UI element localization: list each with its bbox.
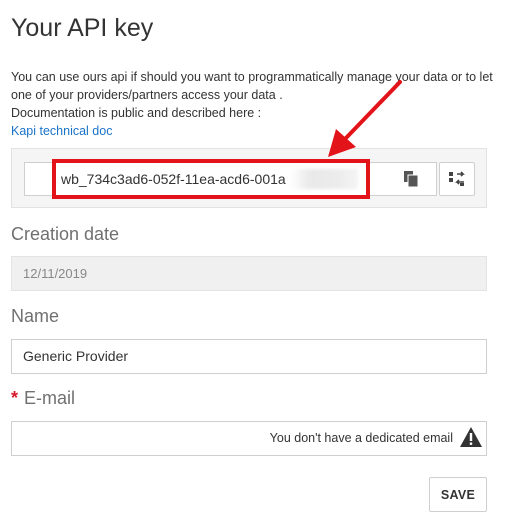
email-label: * E-mail xyxy=(11,388,75,409)
warning-icon xyxy=(460,427,482,447)
name-input[interactable]: Generic Provider xyxy=(11,339,487,374)
creation-date-field: 12/11/2019 xyxy=(11,256,487,291)
email-label-text: E-mail xyxy=(24,388,76,408)
creation-date-label: Creation date xyxy=(11,224,120,244)
required-mark: * xyxy=(11,388,19,408)
email-hint: You don't have a dedicated email xyxy=(269,431,453,445)
name-label: Name xyxy=(11,306,60,326)
save-button[interactable]: SAVE xyxy=(429,477,487,512)
